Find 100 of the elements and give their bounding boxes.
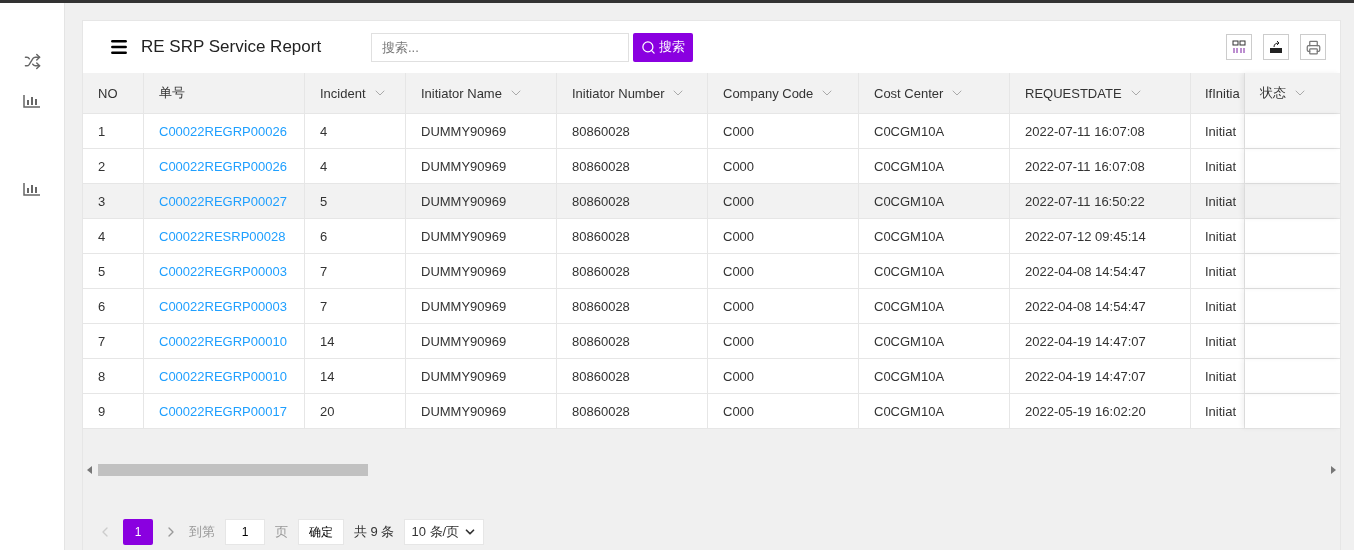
- table-cell: 2022-07-11 16:07:08: [1010, 149, 1191, 183]
- table-cell: C000: [708, 359, 859, 393]
- table-cell: 80860028: [557, 219, 708, 253]
- menu-icon[interactable]: [109, 37, 129, 57]
- table-cell: DUMMY90969: [406, 149, 557, 183]
- table-cell: 8: [83, 359, 144, 393]
- table-cell: DUMMY90969: [406, 114, 557, 148]
- table-cell: 80860028: [557, 359, 708, 393]
- bar-chart-icon[interactable]: [23, 182, 41, 196]
- table-cell: 9: [83, 394, 144, 428]
- table-cell: DUMMY90969: [406, 289, 557, 323]
- table-cell: 14: [305, 359, 406, 393]
- column-header[interactable]: Initiator Number: [557, 73, 708, 113]
- column-header[interactable]: Company Code: [708, 73, 859, 113]
- table-cell: Initiat: [1191, 324, 1245, 358]
- page-input[interactable]: 1: [225, 519, 265, 545]
- table-cell: 2: [83, 149, 144, 183]
- bar-chart-icon[interactable]: [23, 94, 41, 108]
- table-cell: 80860028: [557, 394, 708, 428]
- table-cell: 7: [83, 324, 144, 358]
- column-header[interactable]: 状态: [1245, 73, 1341, 113]
- print-button[interactable]: [1300, 34, 1326, 60]
- table-cell: 7: [305, 254, 406, 288]
- column-header[interactable]: Cost Center: [859, 73, 1010, 113]
- column-header[interactable]: Incident: [305, 73, 406, 113]
- table-cell: 2022-04-19 14:47:07: [1010, 359, 1191, 393]
- column-header[interactable]: Initiator Name: [406, 73, 557, 113]
- scrollbar-thumb[interactable]: [98, 464, 368, 476]
- column-header: NO: [83, 73, 144, 113]
- table-cell: Initiat: [1191, 289, 1245, 323]
- page-size-select[interactable]: 10 条/页: [404, 519, 485, 545]
- table-cell: Initiat: [1191, 359, 1245, 393]
- table-cell: 6: [305, 219, 406, 253]
- table-cell: C000: [708, 149, 859, 183]
- table-cell: C0CGM10A: [859, 184, 1010, 218]
- page-title: RE SRP Service Report: [141, 37, 323, 57]
- table-cell: 3: [83, 184, 144, 218]
- search-button[interactable]: 搜索: [633, 32, 693, 62]
- table-cell: 80860028: [557, 149, 708, 183]
- table-cell: 4: [83, 219, 144, 253]
- table-cell: Initiat: [1191, 394, 1245, 428]
- table-cell: 2022-07-11 16:50:22: [1010, 184, 1191, 218]
- column-header[interactable]: REQUESTDATE: [1010, 73, 1191, 113]
- page-button[interactable]: 1: [123, 519, 153, 545]
- table-cell: C0CGM10A: [859, 324, 1010, 358]
- table-cell: Initiat: [1191, 149, 1245, 183]
- table-cell: DUMMY90969: [406, 184, 557, 218]
- table-cell: 80860028: [557, 114, 708, 148]
- table-cell: 20: [305, 394, 406, 428]
- scroll-left-icon[interactable]: [87, 466, 92, 474]
- export-icon: [1269, 40, 1283, 54]
- total-count: 共 9 条: [354, 523, 395, 541]
- table-cell: 80860028: [557, 254, 708, 288]
- table-cell: 2022-04-19 14:47:07: [1010, 324, 1191, 358]
- table-cell: 7: [305, 289, 406, 323]
- scroll-right-icon[interactable]: [1331, 466, 1336, 474]
- table-cell: DUMMY90969: [406, 324, 557, 358]
- table-cell: 4: [305, 114, 406, 148]
- table-cell: C0CGM10A: [859, 114, 1010, 148]
- shuffle-icon[interactable]: [23, 53, 41, 70]
- table-cell: 5: [305, 184, 406, 218]
- table-cell: C000: [708, 114, 859, 148]
- table-cell: DUMMY90969: [406, 394, 557, 428]
- column-header: 单号: [144, 73, 305, 113]
- search-icon: [641, 39, 656, 55]
- table-cell: 80860028: [557, 184, 708, 218]
- table-cell: 2022-04-08 14:54:47: [1010, 289, 1191, 323]
- table-cell: C000: [708, 254, 859, 288]
- columns-icon: [1232, 40, 1246, 54]
- table-cell: 2022-04-08 14:54:47: [1010, 254, 1191, 288]
- table-cell: Initiat: [1191, 114, 1245, 148]
- search-field[interactable]: 搜索...: [371, 32, 629, 62]
- table-cell: C000: [708, 184, 859, 218]
- table-cell: Initiat: [1191, 184, 1245, 218]
- column-header: IfInitia: [1191, 73, 1245, 113]
- table-cell: C000: [708, 289, 859, 323]
- page-unit-label: 页: [275, 523, 288, 541]
- table-cell: 2022-07-11 16:07:08: [1010, 114, 1191, 148]
- printer-icon: [1305, 39, 1321, 55]
- table-cell: C0CGM10A: [859, 254, 1010, 288]
- table-cell: C0CGM10A: [859, 394, 1010, 428]
- table-cell: C0CGM10A: [859, 219, 1010, 253]
- table-cell: DUMMY90969: [406, 219, 557, 253]
- table-cell: C000: [708, 324, 859, 358]
- confirm-button[interactable]: 确定: [298, 519, 344, 545]
- table-cell: Initiat: [1191, 254, 1245, 288]
- table-cell: 6: [83, 289, 144, 323]
- columns-button[interactable]: [1226, 34, 1252, 60]
- table-cell: 80860028: [557, 324, 708, 358]
- table-cell: C0CGM10A: [859, 149, 1010, 183]
- table-cell: 2022-07-12 09:45:14: [1010, 219, 1191, 253]
- table-cell: 80860028: [557, 289, 708, 323]
- table-cell: 2022-05-19 16:02:20: [1010, 394, 1191, 428]
- export-button[interactable]: [1263, 34, 1289, 60]
- table-cell: C000: [708, 394, 859, 428]
- table-cell: DUMMY90969: [406, 254, 557, 288]
- goto-label: 到第: [189, 523, 215, 541]
- table-cell: C0CGM10A: [859, 289, 1010, 323]
- table-cell: C000: [708, 219, 859, 253]
- table-cell: DUMMY90969: [406, 359, 557, 393]
